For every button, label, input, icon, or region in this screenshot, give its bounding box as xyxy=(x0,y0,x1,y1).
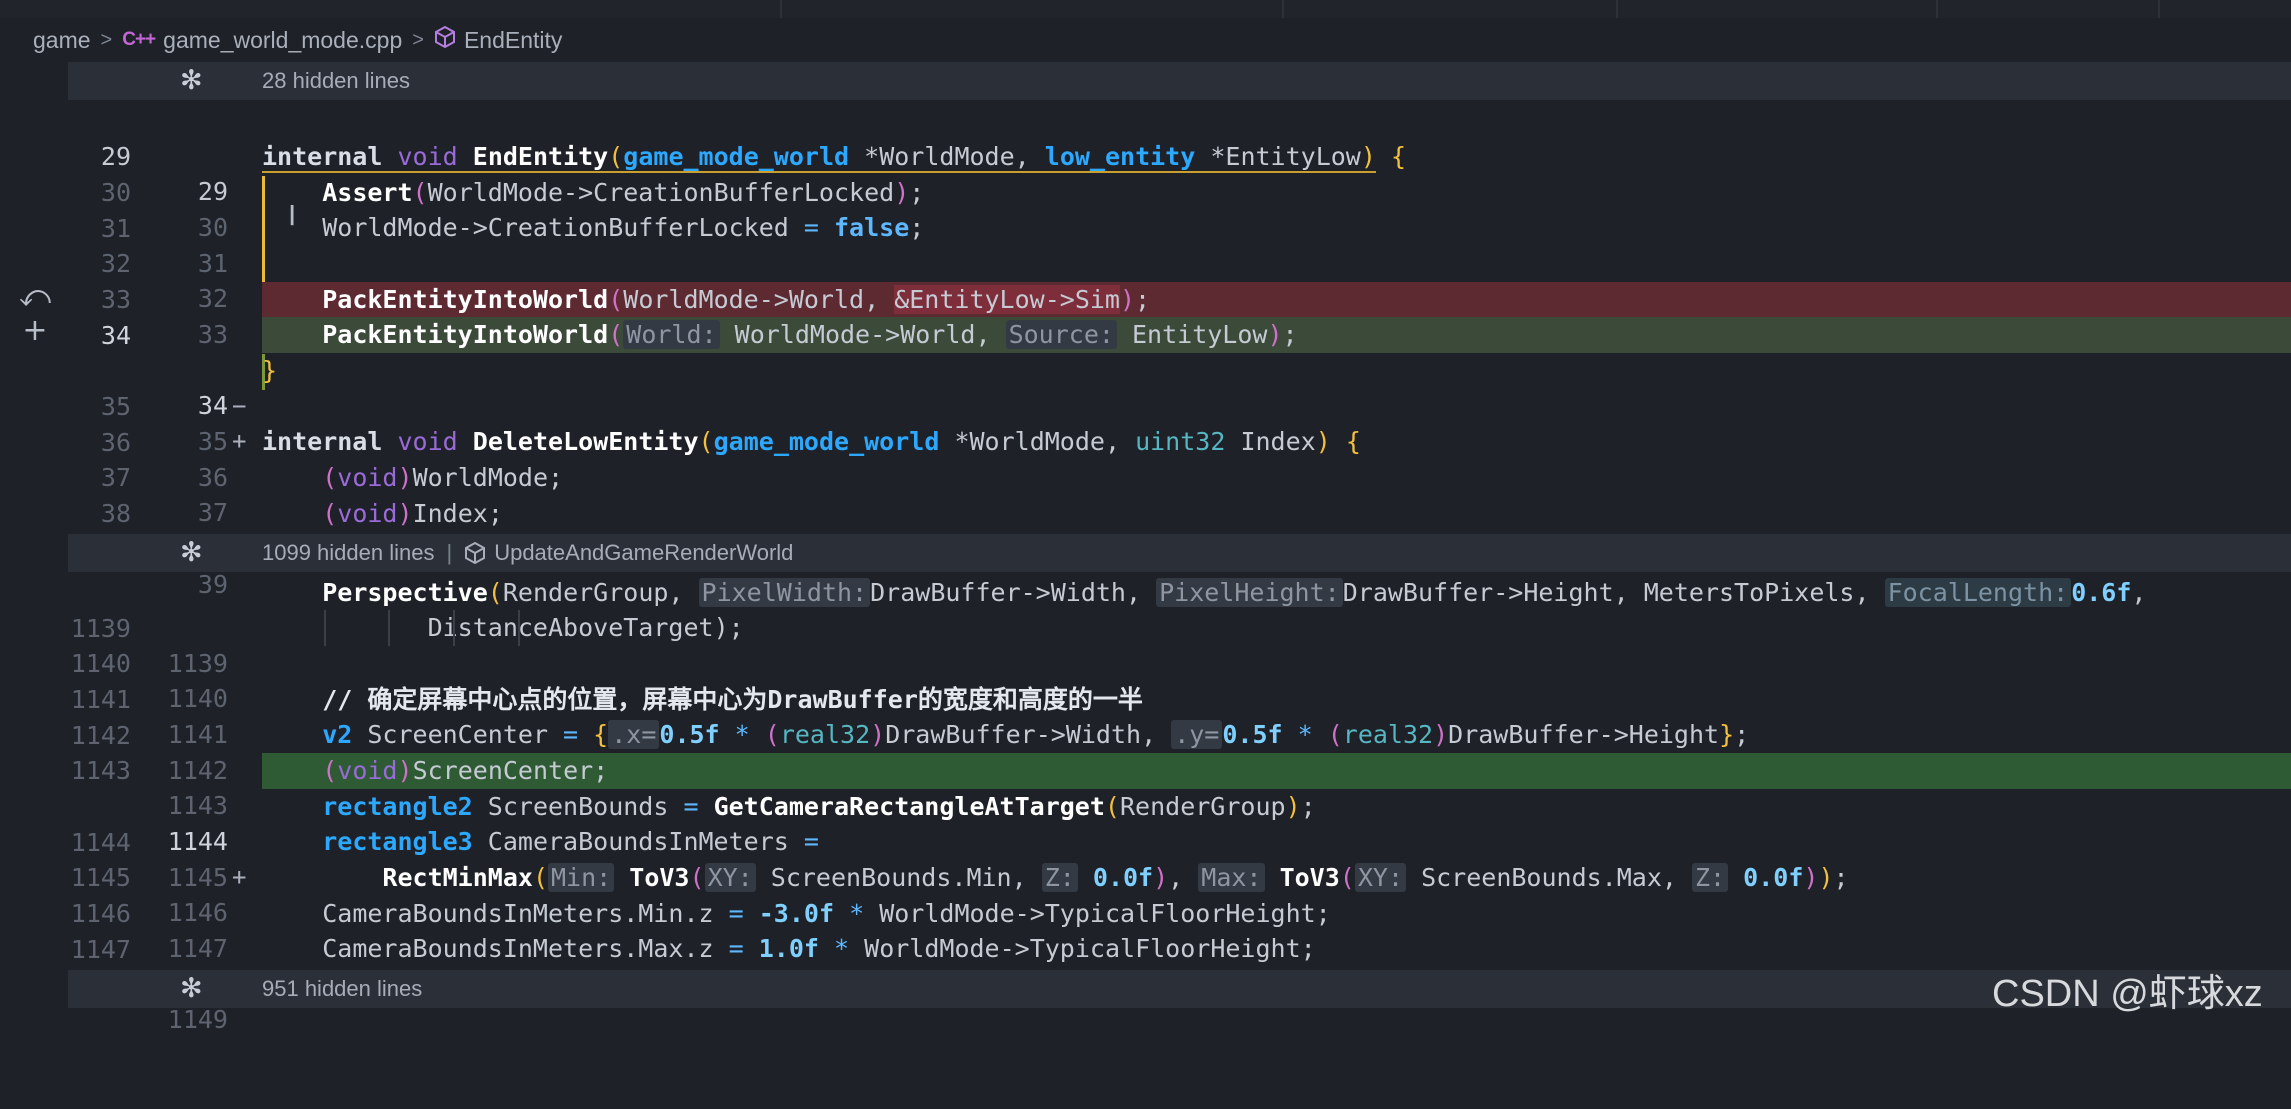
watermark: CSDN @虾球xz xyxy=(1992,973,2263,1015)
separator: | xyxy=(446,540,453,565)
code-line[interactable]: 1141 1141 xyxy=(68,646,2291,750)
code-line[interactable]: 1147 1148 CameraBoundsInMeters.Min.z = -… xyxy=(68,896,2291,999)
code-line[interactable]: 39 39 (void)Index; xyxy=(68,496,2291,599)
hidden-lines-fold[interactable]: ✻ 951 hidden lines xyxy=(68,970,2291,1008)
code-line[interactable]: 1146 1147 RectMinMax(Min: ToV3(XY: Scree… xyxy=(68,860,2291,963)
code-line[interactable]: 32 32 WorldMode->CreationBufferLocked = … xyxy=(68,210,2291,313)
fold-symbol-label[interactable]: UpdateAndGameRenderWorld xyxy=(494,540,793,566)
code-line[interactable]: 35 35 } xyxy=(68,353,2291,456)
inlay-hint: Source: xyxy=(1005,320,1117,349)
unfold-icon[interactable]: ✻ xyxy=(180,65,203,96)
inlay-hint: PixelWidth: xyxy=(698,578,871,607)
code-line[interactable]: 33 33 xyxy=(68,246,2291,350)
code-line[interactable]: 1143 1143 v2 ScreenCenter = {.x= 0.5f * (… xyxy=(68,717,2291,820)
code-line[interactable]: 1145 1146 rectangle3 CameraBoundsInMeter… xyxy=(68,824,2291,927)
code-line[interactable]: 38 38 (void)WorldMode; xyxy=(68,460,2291,563)
breadcrumb: game > C++ game_world_mode.cpp > EndEnti… xyxy=(33,22,562,58)
inlay-hint: .y= xyxy=(1171,720,1223,749)
tab-5[interactable] xyxy=(1938,0,2160,18)
removed-line[interactable]: 34 − PackEntityIntoWorld(WorldMode->Worl… xyxy=(68,282,2291,420)
hidden-lines-label: 1099 hidden lines xyxy=(262,540,435,565)
diff-gutter-toolbar: ⤺ + xyxy=(0,58,68,1025)
symbol-method-icon xyxy=(434,25,456,55)
code-line[interactable]: 36 36 xyxy=(68,389,2291,493)
breadcrumb-symbol[interactable]: EndEntity xyxy=(464,27,562,54)
code-line[interactable]: 1139 1139 Perspective(RenderGroup, Pixel… xyxy=(68,575,2291,678)
tab-1[interactable] xyxy=(0,0,782,18)
cpp-file-icon: C++ xyxy=(122,29,156,50)
code-line[interactable]: 30 30 internal void EndEntity(game_mode_… xyxy=(68,139,2291,242)
code-comment: // 确定屏幕中心点的位置，屏幕中心为DrawBuffer的宽度和高度的一半 xyxy=(322,685,1143,714)
text-cursor-icon: I xyxy=(288,199,297,232)
unfold-icon[interactable]: ✻ xyxy=(180,537,203,568)
stage-change-icon[interactable]: + xyxy=(18,314,52,348)
symbol-method-icon xyxy=(465,541,486,565)
inlay-hint: Min: xyxy=(548,863,615,892)
unfold-icon[interactable]: ✻ xyxy=(180,973,203,1004)
inlay-hint: XY: xyxy=(704,863,756,892)
inlay-hint: Max: xyxy=(1198,863,1265,892)
hidden-lines-fold[interactable]: ✻ 28 hidden lines xyxy=(68,62,2291,100)
code-line[interactable]: 29 29 xyxy=(68,103,2291,207)
tab-3[interactable] xyxy=(1284,0,1618,18)
added-line[interactable]: 1144 + (void)ScreenCenter; xyxy=(68,753,2291,891)
code-line[interactable]: 1140 1140 DistanceAboveTarget); xyxy=(68,610,2291,713)
added-line[interactable]: 34 + PackEntityIntoWorld(World: WorldMod… xyxy=(68,317,2291,455)
chevron-right-icon: > xyxy=(100,28,113,51)
inlay-hint: World: xyxy=(623,320,720,349)
hidden-lines-fold[interactable]: ✻ 1099 hidden lines | UpdateAndGameRende… xyxy=(68,534,2291,572)
code-line[interactable]: 1142 1142 // 确定屏幕中心点的位置，屏幕中心为DrawBuffer的… xyxy=(68,682,2291,785)
revert-change-icon[interactable]: ⤺ xyxy=(18,280,52,314)
breadcrumb-file[interactable]: game_world_mode.cpp xyxy=(163,27,402,54)
tab-2[interactable] xyxy=(782,0,1284,18)
inlay-hint: Z: xyxy=(1041,863,1078,892)
breadcrumb-root[interactable]: game xyxy=(33,27,91,54)
code-line[interactable]: 37 37 internal void DeleteLowEntity(game… xyxy=(68,424,2291,527)
code-line[interactable]: 31 31 Assert(WorldMode->CreationBufferLo… xyxy=(68,175,2291,278)
code-line[interactable]: 1144 1145 rectangle2 ScreenBounds = GetC… xyxy=(68,789,2291,892)
tab-4[interactable] xyxy=(1618,0,1938,18)
hidden-lines-label: 28 hidden lines xyxy=(262,68,411,93)
inlay-hint: FocalLength: xyxy=(1884,578,2072,607)
inlay-hint: Z: xyxy=(1692,863,1729,892)
diff-editor[interactable]: ✻ 28 hidden lines 29 29 30 30 internal v… xyxy=(68,62,2291,1034)
hidden-lines-label: 951 hidden lines xyxy=(262,976,423,1001)
chevron-right-icon: > xyxy=(412,28,424,51)
inlay-hint: XY: xyxy=(1354,863,1406,892)
inlay-hint: .x= xyxy=(608,720,660,749)
code-line[interactable]: 1148 1149 CameraBoundsInMeters.Max.z = 1… xyxy=(68,931,2291,1034)
tab-strip xyxy=(0,0,2291,18)
inlay-hint: PixelHeight: xyxy=(1156,578,1343,607)
